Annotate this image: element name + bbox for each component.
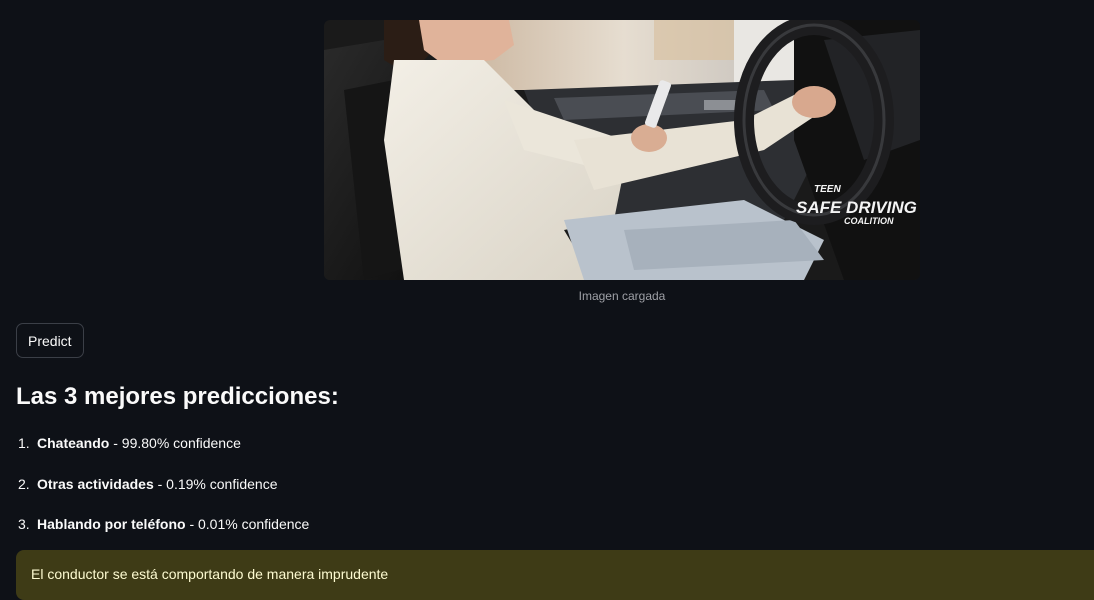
predictions-heading: Las 3 mejores predicciones: xyxy=(16,383,339,410)
driver-photo: TEEN SAFE DRIVING COALITION xyxy=(324,20,920,280)
watermark-line-2: SAFE DRIVING xyxy=(796,198,917,217)
prediction-label: Otras actividades xyxy=(37,475,154,492)
prediction-confidence: - 0.01% confidence xyxy=(185,516,310,532)
predictions-list: 1. Chateando - 99.80% confidence 2. Otras … xyxy=(18,433,309,534)
warning-alert: El conductor se está comportando de mane… xyxy=(16,550,1094,600)
prediction-confidence: - 0.19% confidence xyxy=(153,475,278,492)
prediction-number: 1. xyxy=(18,435,30,451)
prediction-item: 1. Chateando - 99.80% confidence xyxy=(18,433,309,453)
prediction-item: 3. Hablando por teléfono - 0.01% confiden… xyxy=(18,514,309,534)
warning-message: El conductor se está comportando de mane… xyxy=(31,566,389,582)
watermark-line-1: TEEN xyxy=(814,184,841,195)
uploaded-image: TEEN SAFE DRIVING COALITION xyxy=(324,20,920,280)
prediction-number: 2. xyxy=(18,475,30,492)
image-caption: Imagen cargada xyxy=(578,289,666,303)
prediction-item: 2. Otras actividades - 0.19% confidence xyxy=(18,474,309,494)
prediction-label: Chateando xyxy=(37,435,110,451)
prediction-number: 3. xyxy=(18,516,30,532)
predict-button[interactable]: Predict xyxy=(16,323,84,358)
watermark-line-3: COALITION xyxy=(844,216,894,226)
prediction-confidence: - 99.80% confidence xyxy=(109,435,241,451)
prediction-label: Hablando por teléfono xyxy=(37,516,186,532)
